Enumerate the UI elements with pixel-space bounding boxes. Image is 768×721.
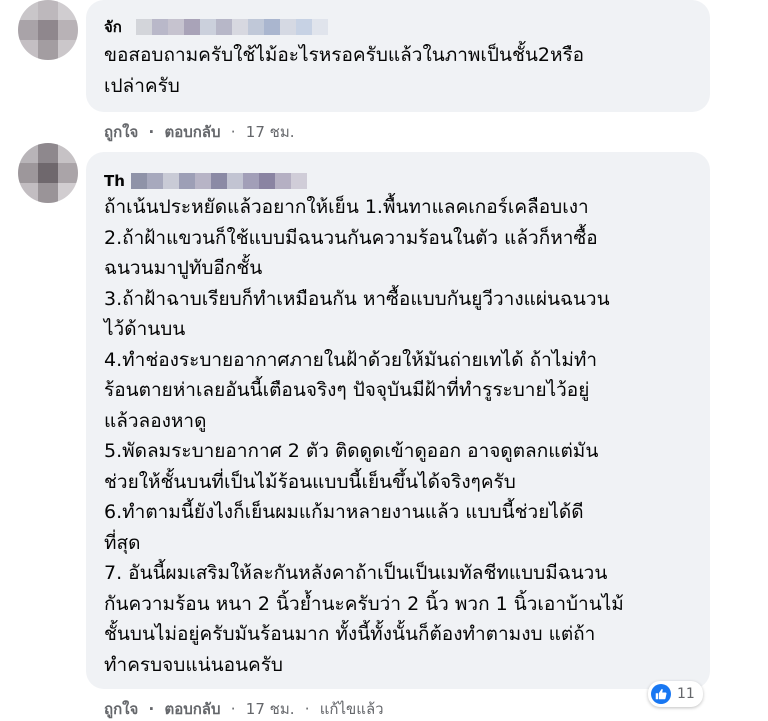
reaction-count: 11 bbox=[677, 686, 695, 702]
comment-text-line: 6.ทำตามนี้ยังไงก็เย็นผมแก้มาหลายงานแล้ว … bbox=[104, 501, 584, 523]
comment-bubble: Th ถ้าเน้นประหยัดแล้วอยากให้เย็น 1.พื้นท… bbox=[86, 152, 710, 689]
reaction-summary[interactable]: 11 bbox=[648, 681, 703, 707]
commenter-avatar[interactable] bbox=[18, 143, 78, 203]
reply-link[interactable]: ตอบกลับ bbox=[164, 700, 220, 718]
comment-text-line: เปล่าครับ bbox=[104, 75, 180, 97]
comment-timestamp[interactable]: 17 ชม. bbox=[246, 123, 295, 141]
separator: · bbox=[230, 700, 236, 718]
comment-text-line: ร้อนตายห่าเลยอันนี้เตือนจริงๆ ปัจจุบันมี… bbox=[104, 379, 590, 401]
comment-text-line: ขอสอบถามครับใช้ไม้อะไรหรอครับแล้วในภาพเป… bbox=[104, 44, 585, 66]
comment-text-line: แล้วลองหาดู bbox=[104, 409, 207, 432]
comment-text-line: ช่วยให้ชั้นบนที่เป็นไม้ร้อนแบบนี้เย็นขึ้… bbox=[104, 470, 516, 493]
comment-text-line: กันความร้อน หนา 2 นิ้วย้ำนะครับว่า 2 นิ้… bbox=[104, 592, 624, 615]
separator: · bbox=[148, 700, 155, 718]
edited-label: แก้ไขแล้ว bbox=[319, 700, 384, 718]
separator: · bbox=[148, 123, 155, 141]
comment-text-line: 3.ถ้าฝ้าฉาบเรียบก็ทำเหมือนกัน หาซื้อแบบก… bbox=[104, 287, 610, 310]
comment-text-line: 4.ทำช่องระบายอากาศภายในฝ้าด้วยให้มันถ่าย… bbox=[104, 348, 598, 371]
like-link[interactable]: ถูกใจ bbox=[104, 700, 138, 718]
comment-text-line: ฉนวนมาปูทับอีกชั้น bbox=[104, 257, 263, 279]
like-icon bbox=[651, 684, 671, 704]
comment-timestamp[interactable]: 17 ชม. bbox=[246, 700, 295, 718]
comment-text-line: ทำครบจบแน่นอนครับ bbox=[104, 653, 283, 676]
comment-actions: ถูกใจ · ตอบกลับ · 17 ชม. · แก้ไขแล้ว bbox=[104, 697, 384, 721]
like-link[interactable]: ถูกใจ bbox=[104, 123, 138, 141]
comment-text-line: 5.พัดลมระบายอากาศ 2 ตัว ติดดูดเข้าดูออก … bbox=[104, 440, 599, 462]
comment-text-line: 7. อันนี้ผมเสริมให้ละกันหลังคาถ้าเป็นเป็… bbox=[104, 562, 608, 584]
comment-text-line: ถ้าเน้นประหยัดแล้วอยากให้เย็น 1.พื้นทาแล… bbox=[104, 196, 589, 218]
comment-text-line: 2.ถ้าฝ้าแขวนก็ใช้แบบมีฉนวนกันความร้อนในต… bbox=[104, 226, 598, 249]
comment-text-line: ไว้ด้านบน bbox=[104, 318, 186, 340]
author-name-redacted bbox=[136, 19, 328, 35]
comment-author[interactable]: Th bbox=[104, 172, 125, 190]
author-name-redacted bbox=[131, 173, 307, 189]
separator: · bbox=[304, 700, 310, 718]
comment-text-line: ชั้นบนไม่อยู่ครับมันร้อนมาก ทั้งนี้ทั้งน… bbox=[104, 623, 596, 645]
comment-bubble: จัก ขอสอบถามครับใช้ไม้อะไรหรอครับแล้วในภ… bbox=[86, 0, 710, 112]
comment-text-line: ที่สุด bbox=[104, 531, 141, 554]
comment-author[interactable]: จัก bbox=[104, 18, 122, 36]
commenter-avatar[interactable] bbox=[18, 0, 78, 60]
comment-actions: ถูกใจ · ตอบกลับ · 17 ชม. bbox=[104, 120, 294, 144]
separator: · bbox=[230, 123, 236, 141]
reply-link[interactable]: ตอบกลับ bbox=[164, 123, 220, 141]
